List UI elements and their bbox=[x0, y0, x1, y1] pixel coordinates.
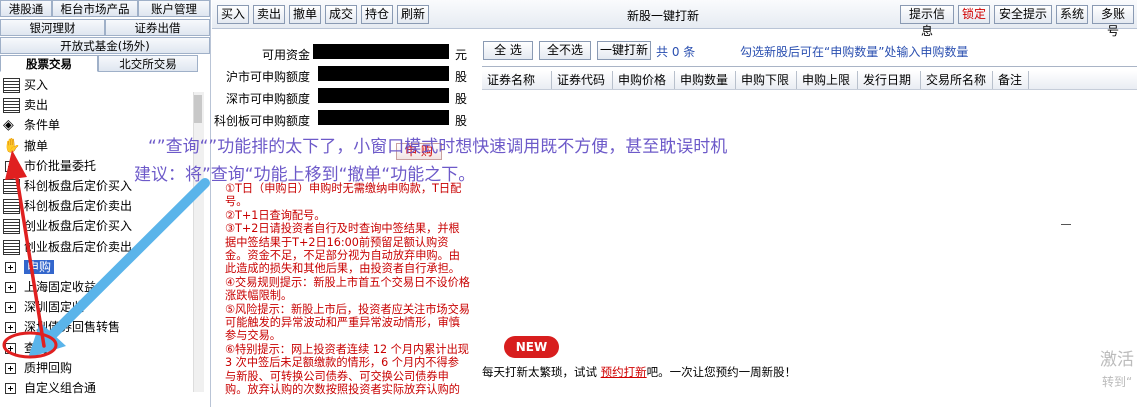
blue-arrow-shaft bbox=[45, 178, 210, 342]
annotation-line-1: “”查询“”功能排的太下了，小窗口模式时想快速调用既不方便，甚至耽误时机 bbox=[148, 137, 728, 157]
red-arrow-shaft bbox=[14, 170, 46, 348]
red-arrow-head bbox=[5, 150, 27, 180]
annotation-arrows bbox=[2, 150, 210, 359]
annotation-line-2: 建议：将”查询“功能上移到“撤单“功能之下。 bbox=[134, 165, 476, 185]
